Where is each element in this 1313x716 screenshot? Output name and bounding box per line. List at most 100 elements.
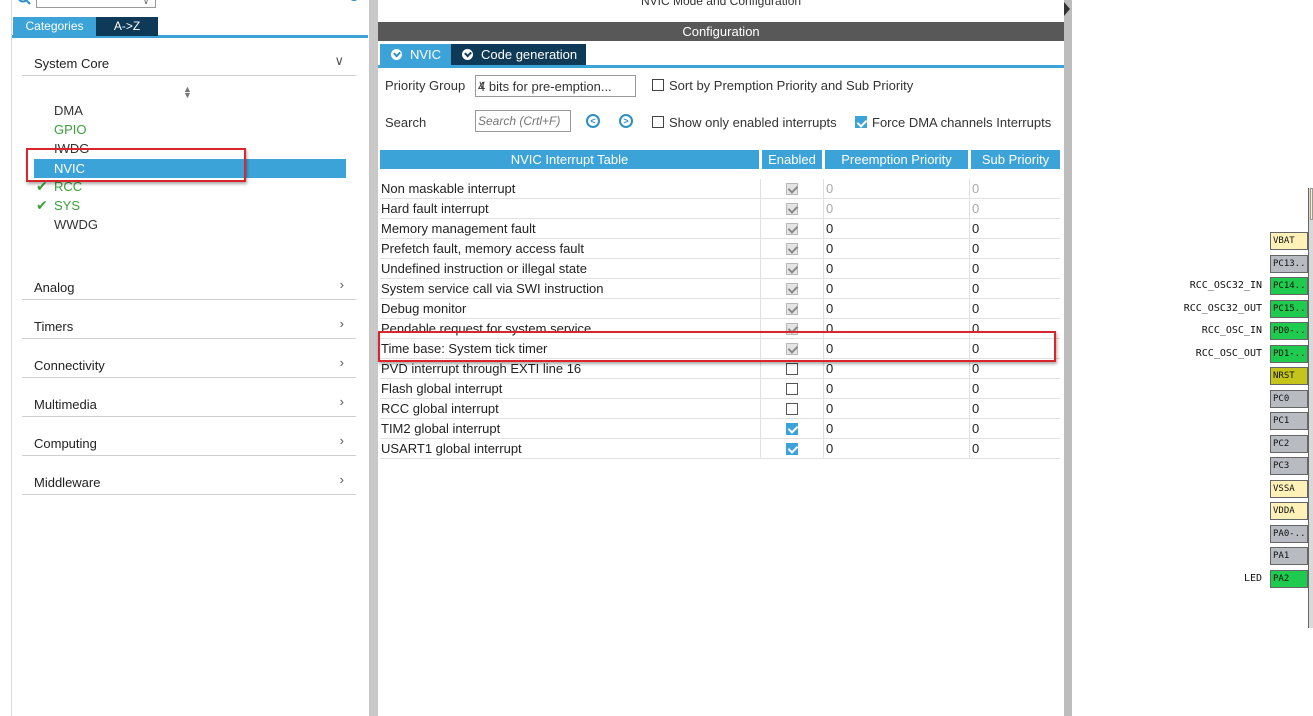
preemption-priority-cell[interactable]: 0 [826,179,833,199]
search-icon[interactable] [17,0,31,8]
preemption-priority-cell[interactable]: 0 [826,219,833,239]
pin-vbat[interactable]: VBAT [1270,232,1308,250]
table-row[interactable]: Hard fault interrupt 0 0 [380,199,1060,219]
priority-group-select[interactable]: 4 bits for pre-emption... ∨ [475,75,636,97]
column-header-sub-priority[interactable]: Sub Priority [971,150,1060,169]
preemption-priority-cell[interactable]: 0 [826,439,833,459]
search-previous-icon[interactable]: < [586,114,600,128]
sub-priority-cell[interactable]: 0 [972,399,979,419]
category-multimedia[interactable]: Multimedia › [22,391,356,417]
pin-pc13[interactable]: PC13.. [1270,254,1308,273]
configuration-header: Configuration [378,22,1064,41]
table-row[interactable]: Prefetch fault, memory access fault 0 0 [380,239,1060,259]
enabled-checkbox[interactable] [786,363,798,375]
sub-priority-cell[interactable]: 0 [972,279,979,299]
category-computing[interactable]: Computing › [22,430,356,456]
table-row[interactable]: System service call via SWI instruction 0… [380,279,1060,299]
pin-pd1[interactable]: PD1-.. [1270,344,1308,363]
pin-pc1[interactable]: PC1 [1270,412,1308,430]
tab-categories[interactable]: Categories [13,17,96,36]
pin-nrst[interactable]: NRST [1270,367,1308,385]
table-row[interactable]: USART1 global interrupt 0 0 [380,439,1060,459]
pin-pc15[interactable]: PC15.. [1270,299,1308,318]
collapse-arrow-icon[interactable] [1064,2,1070,16]
table-row[interactable]: Non maskable interrupt 0 0 [380,179,1060,199]
sub-priority-cell[interactable]: 0 [972,419,979,439]
search-next-icon[interactable]: > [619,114,633,128]
preemption-priority-cell[interactable]: 0 [826,299,833,319]
sort-by-priority-checkbox[interactable] [652,79,664,91]
gear-icon[interactable] [346,0,362,8]
show-enabled-checkbox[interactable] [652,116,664,128]
sub-priority-cell[interactable]: 0 [972,179,979,199]
force-dma-checkbox[interactable] [855,116,867,128]
peripheral-search-field[interactable]: ∨ [36,0,156,8]
category-analog[interactable]: Analog › [22,274,356,300]
enabled-checkbox[interactable] [786,443,798,455]
interrupt-name: Debug monitor [381,301,467,316]
sub-priority-cell[interactable]: 0 [972,219,979,239]
pin-pc2[interactable]: PC2 [1270,434,1308,453]
table-row[interactable]: Undefined instruction or illegal state 0 0 [380,259,1060,279]
table-row[interactable]: RCC global interrupt 0 0 [380,399,1060,419]
preemption-priority-cell[interactable]: 0 [826,379,833,399]
table-row[interactable]: Memory management fault 0 0 [380,219,1060,239]
column-separator [760,219,761,239]
preemption-priority-cell[interactable]: 0 [826,419,833,439]
pin-vssa[interactable]: VSSA [1270,479,1308,498]
system-core-item-dma[interactable]: DMA [54,101,83,120]
table-row[interactable]: Debug monitor 0 0 [380,299,1060,319]
interrupt-search-input[interactable] [475,110,571,132]
column-separator [969,199,970,219]
column-header-interrupt[interactable]: NVIC Interrupt Table [380,150,759,169]
column-header-preemption[interactable]: Preemption Priority [825,150,968,169]
system-core-item-gpio[interactable]: GPIO [54,120,87,139]
sub-priority-cell[interactable]: 0 [972,239,979,259]
category-connectivity[interactable]: Connectivity › [22,352,356,378]
pin-pd0[interactable]: PD0-.. [1270,322,1308,340]
enabled-checkbox[interactable] [786,423,798,435]
pin-pc3[interactable]: PC3 [1270,457,1308,475]
chip-body [1308,188,1313,628]
pin-pc0[interactable]: PC0 [1270,389,1308,408]
tab-code-generation[interactable]: Code generation [451,44,586,65]
sub-priority-cell[interactable]: 0 [972,199,979,219]
sub-priority-cell[interactable]: 0 [972,299,979,319]
preemption-priority-cell[interactable]: 0 [826,279,833,299]
sort-icon[interactable]: ▲ ▼ [183,85,192,100]
system-core-item-sys[interactable]: SYS [54,196,80,215]
pin-vdda[interactable]: VDDA [1270,502,1308,520]
search-label: Search [385,115,427,130]
tab-nvic[interactable]: NVIC [380,44,451,65]
preemption-priority-cell[interactable]: 0 [826,199,833,219]
panel-splitter[interactable] [369,0,378,716]
pin-pa2[interactable]: PA2 [1270,569,1308,588]
table-row[interactable]: TIM2 global interrupt 0 0 [380,419,1060,439]
category-timers[interactable]: Timers › [22,313,356,339]
pin-pa1[interactable]: PA1 [1270,547,1308,565]
panel-splitter[interactable] [1064,0,1072,716]
preemption-priority-cell[interactable]: 0 [826,259,833,279]
sub-priority-cell[interactable]: 0 [972,259,979,279]
pin-pc14[interactable]: PC14.. [1270,277,1308,295]
preemption-priority-cell[interactable]: 0 [826,239,833,259]
preemption-priority-cell[interactable]: 0 [826,399,833,419]
system-core-item-wwdg[interactable]: WWDG [54,215,98,234]
pin-pa0[interactable]: PA0-.. [1270,524,1308,543]
sub-priority-cell[interactable]: 0 [972,379,979,399]
preemption-priority-cell[interactable]: 0 [826,359,833,379]
column-header-enabled[interactable]: Enabled [762,150,822,169]
enabled-checkbox[interactable] [786,403,798,415]
column-separator [760,239,761,259]
category-middleware[interactable]: Middleware › [22,469,356,495]
category-system-core[interactable]: System Core ∨ [22,50,356,76]
table-row[interactable]: PVD interrupt through EXTI line 16 0 0 [380,359,1060,379]
sub-priority-cell[interactable]: 0 [972,439,979,459]
sub-priority-cell[interactable]: 0 [972,359,979,379]
tab-a-to-z[interactable]: A->Z [96,17,158,36]
enabled-checkbox [786,283,798,295]
table-row[interactable]: Flash global interrupt 0 0 [380,379,1060,399]
column-separator [969,299,970,319]
column-separator [760,439,761,459]
enabled-checkbox[interactable] [786,383,798,395]
